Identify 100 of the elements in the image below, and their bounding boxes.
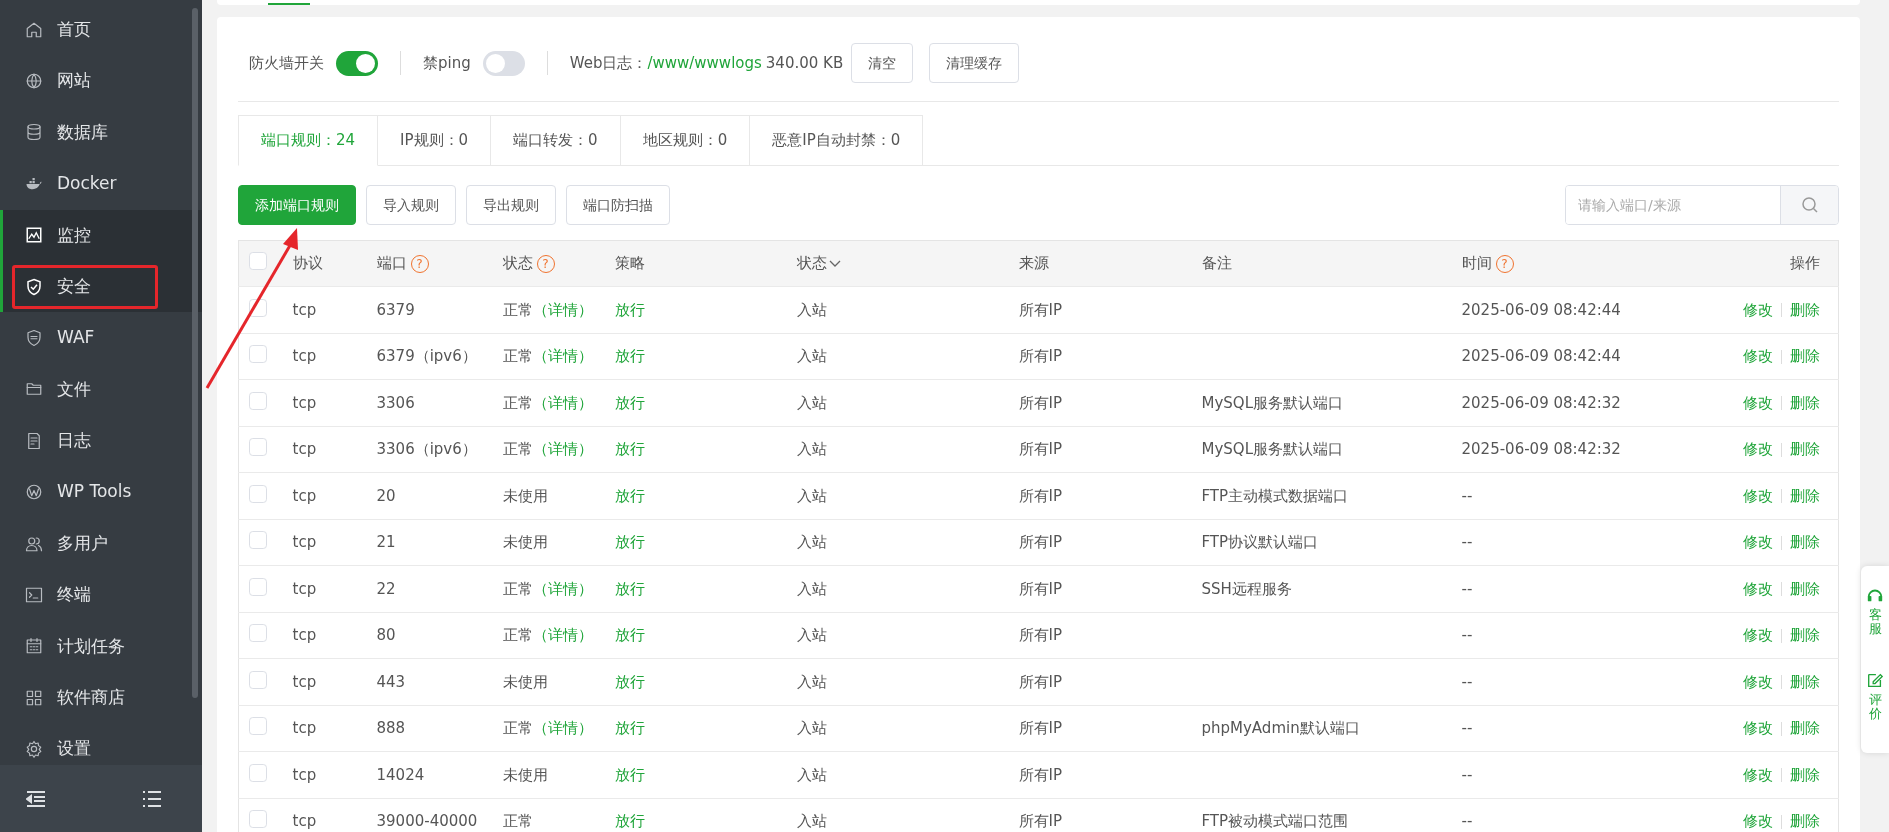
sidebar-item[interactable]: WP Tools — [0, 466, 202, 518]
action-link[interactable]: 修改 — [1743, 579, 1773, 598]
action-link[interactable]: 删除 — [1790, 533, 1820, 551]
sidebar-item[interactable]: 数据库 — [0, 106, 202, 159]
action-link[interactable]: 修改 — [1743, 347, 1773, 365]
sidebar-item[interactable]: 首页 — [0, 4, 202, 56]
support-link[interactable]: 客服 — [1868, 608, 1882, 637]
details-link[interactable]: （详情） — [532, 719, 593, 737]
table-cell: 正常 — [502, 347, 533, 365]
action-link[interactable]: 删除 — [1790, 812, 1820, 830]
action-link[interactable]: 修改 — [1743, 719, 1773, 737]
tab[interactable]: IP规则：0 — [378, 115, 492, 166]
action-link[interactable]: 修改 — [1743, 672, 1773, 691]
sidebar-item[interactable]: 软件商店 — [0, 672, 202, 724]
details-link[interactable]: （详情） — [532, 300, 593, 319]
sidebar-item[interactable]: 设置 — [0, 723, 202, 775]
action-link[interactable]: 修改 — [1743, 393, 1773, 412]
action-link[interactable]: 修改 — [1743, 765, 1773, 784]
checkbox[interactable] — [249, 438, 267, 456]
checkbox[interactable] — [249, 391, 267, 410]
tab[interactable]: 地区规则：0 — [620, 115, 751, 166]
toolbar-button[interactable]: 清理缓存 — [929, 43, 1020, 83]
table-cell: -- — [1461, 812, 1473, 830]
action-button[interactable]: 导入规则 — [366, 185, 456, 225]
action-button[interactable]: 导出规则 — [466, 185, 556, 225]
review-link[interactable]: 评价 — [1868, 692, 1882, 722]
action-link[interactable]: 删除 — [1790, 672, 1820, 691]
column-header[interactable]: 时间 — [1461, 254, 1492, 273]
checkbox[interactable] — [249, 810, 267, 828]
action-link[interactable]: 修改 — [1743, 440, 1773, 458]
action-link[interactable]: 删除 — [1790, 347, 1820, 365]
details-link[interactable]: （详情） — [532, 626, 593, 644]
toggle-switch[interactable] — [482, 50, 525, 76]
toggle-switch[interactable] — [336, 50, 378, 76]
sidebar-item[interactable]: 终端 — [0, 569, 202, 621]
action-link[interactable]: 修改 — [1743, 300, 1773, 319]
table-cell: 入站 — [796, 765, 827, 784]
sidebar-item[interactable]: 网站 — [0, 55, 202, 107]
tab[interactable]: 端口规则：24 — [238, 115, 379, 166]
column-header[interactable]: 状态 — [796, 254, 827, 273]
search-button[interactable] — [1780, 186, 1838, 224]
action-link[interactable]: 删除 — [1790, 719, 1820, 737]
table-cell: 6379（ipv6） — [376, 347, 477, 365]
details-link[interactable]: （详情） — [532, 579, 593, 598]
sidebar-item[interactable]: 日志 — [0, 415, 202, 467]
table-cell: -- — [1461, 719, 1473, 737]
search-field[interactable]: 请输入端口/来源 — [1565, 185, 1839, 225]
checkbox[interactable] — [249, 717, 267, 735]
checkbox[interactable] — [249, 670, 267, 689]
sidebar-item[interactable]: 多用户 — [0, 517, 202, 570]
log-path-link[interactable]: /www/wwwlogs — [647, 51, 762, 75]
checkbox[interactable] — [249, 484, 267, 503]
sidebar-item[interactable]: 安全 — [0, 260, 202, 313]
sidebar-item[interactable]: WAF — [0, 312, 202, 364]
column-header[interactable]: 备注 — [1201, 254, 1232, 273]
action-link[interactable]: 删除 — [1790, 300, 1820, 319]
checkbox[interactable] — [249, 345, 267, 363]
table-cell: MySQL服务默认端口 — [1201, 440, 1343, 458]
sidebar-item[interactable]: Docker — [0, 158, 202, 210]
sidebar-item[interactable]: 计划任务 — [0, 620, 202, 673]
details-link[interactable]: （详情） — [532, 440, 593, 458]
table-cell: 39000-40000 — [376, 812, 478, 830]
action-link[interactable]: 修改 — [1743, 812, 1773, 830]
sidebar-item[interactable]: 监控 — [0, 209, 202, 261]
column-header[interactable]: 来源 — [1018, 254, 1049, 273]
table-cell: 22 — [376, 579, 396, 598]
toolbar-button[interactable]: 清空 — [851, 43, 914, 83]
action-link[interactable]: 删除 — [1790, 393, 1820, 412]
action-link[interactable]: 修改 — [1743, 533, 1773, 551]
checkbox[interactable] — [249, 252, 267, 271]
details-link[interactable]: （详情） — [532, 347, 593, 365]
action-link[interactable]: 删除 — [1790, 440, 1820, 458]
checkbox[interactable] — [249, 577, 267, 596]
tab[interactable]: 端口转发：0 — [491, 115, 621, 166]
scrollbar[interactable] — [192, 8, 198, 698]
action-link[interactable]: 删除 — [1790, 579, 1820, 598]
collapse-icon[interactable] — [26, 789, 46, 808]
column-header[interactable]: 端口 — [376, 254, 407, 273]
column-header[interactable]: 协议 — [292, 254, 323, 273]
action-link[interactable]: 删除 — [1790, 626, 1820, 644]
checkbox[interactable] — [249, 763, 267, 782]
action-link[interactable]: 删除 — [1790, 486, 1820, 505]
column-header[interactable]: 状态 — [502, 254, 533, 273]
sidebar-item[interactable]: 文件 — [0, 363, 202, 416]
action-button[interactable]: 端口防扫描 — [566, 185, 670, 225]
table-cell: 放行 — [614, 347, 645, 365]
menu-icon[interactable] — [142, 789, 162, 808]
checkbox[interactable] — [249, 531, 267, 549]
caret-icon[interactable] — [828, 259, 841, 268]
table-cell: tcp — [292, 486, 317, 505]
column-header[interactable]: 操作 — [1790, 254, 1820, 273]
action-link[interactable]: 修改 — [1743, 486, 1773, 505]
action-link[interactable]: 修改 — [1743, 626, 1773, 644]
checkbox[interactable] — [249, 624, 267, 642]
action-button[interactable]: 添加端口规则 — [238, 185, 356, 225]
action-link[interactable]: 删除 — [1790, 765, 1820, 784]
column-header[interactable]: 策略 — [614, 254, 645, 273]
table-cell: 正常 — [502, 812, 533, 830]
tab[interactable]: 恶意IP自动封禁：0 — [750, 115, 924, 166]
details-link[interactable]: （详情） — [532, 393, 593, 412]
